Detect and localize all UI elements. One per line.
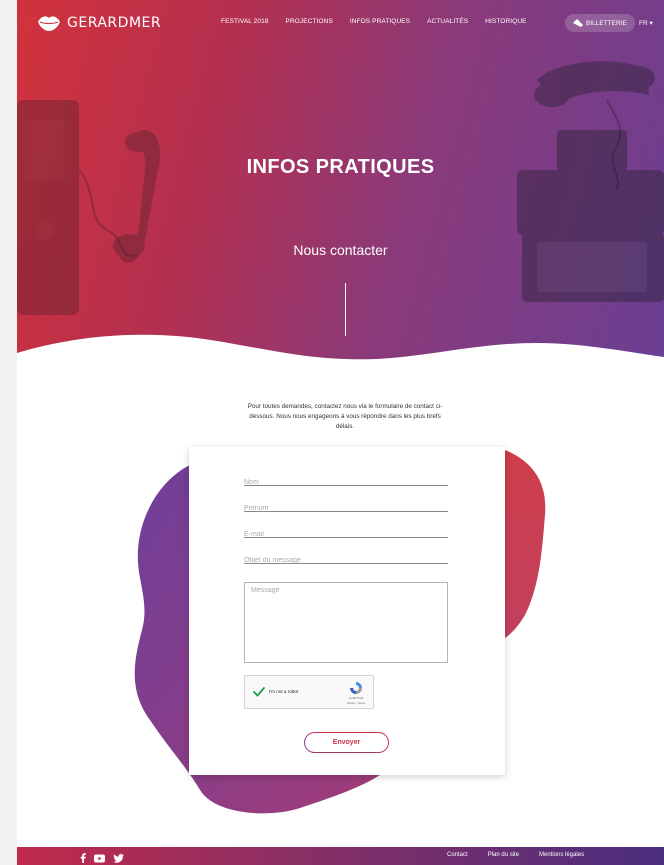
youtube-icon[interactable] bbox=[94, 850, 105, 865]
footer-link-sitemap[interactable]: Plan du site bbox=[488, 852, 519, 858]
hero-wave bbox=[17, 334, 664, 375]
name-input[interactable] bbox=[244, 475, 448, 490]
nav-item-festival[interactable]: FESTIVAL 2018 bbox=[221, 18, 269, 25]
nav-item-historique[interactable]: HISTORIQUE bbox=[485, 18, 526, 25]
hero-divider bbox=[345, 283, 346, 336]
name-field bbox=[244, 471, 448, 490]
message-field bbox=[244, 582, 448, 663]
brand-logo[interactable]: GERARDMER bbox=[37, 14, 161, 32]
language-selector[interactable]: FR ▾ bbox=[639, 19, 653, 27]
checkmark-icon[interactable] bbox=[253, 686, 265, 698]
billetterie-button[interactable]: BILLETTERIE bbox=[565, 14, 635, 32]
lips-logo-icon bbox=[38, 16, 60, 31]
contact-form-card: I'm not a robot reCAPTCHA Privacy - Term… bbox=[189, 447, 505, 775]
nav-item-actualites[interactable]: ACTUALITÉS bbox=[427, 18, 468, 25]
page: GERARDMER FESTIVAL 2018 PROJECTIONS INFO… bbox=[0, 0, 664, 865]
top-nav: GERARDMER FESTIVAL 2018 PROJECTIONS INFO… bbox=[17, 0, 664, 50]
footer: Contact Plan du site Mentions légales bbox=[17, 847, 664, 865]
recaptcha-privacy-links[interactable]: Privacy - Terms bbox=[341, 702, 371, 705]
message-textarea[interactable] bbox=[245, 583, 447, 662]
recaptcha-logo-icon bbox=[350, 682, 362, 694]
footer-links: Contact Plan du site Mentions légales bbox=[447, 852, 604, 858]
brand-name: GERARDMER bbox=[67, 15, 162, 31]
firstname-field bbox=[244, 497, 448, 516]
footer-link-legal[interactable]: Mentions légales bbox=[539, 852, 584, 858]
footer-link-contact[interactable]: Contact bbox=[447, 852, 468, 858]
twitter-icon[interactable] bbox=[113, 850, 124, 865]
nav-menu: FESTIVAL 2018 PROJECTIONS INFOS PRATIQUE… bbox=[221, 18, 544, 25]
firstname-input[interactable] bbox=[244, 501, 448, 516]
recaptcha-brand: reCAPTCHA bbox=[348, 697, 364, 700]
hero-banner bbox=[17, 0, 664, 375]
page-subtitle: Nous contacter bbox=[293, 242, 388, 258]
recaptcha-widget: I'm not a robot reCAPTCHA Privacy - Term… bbox=[244, 675, 374, 709]
email-input[interactable] bbox=[244, 527, 448, 542]
submit-button[interactable]: Envoyer bbox=[304, 732, 389, 753]
subject-field bbox=[244, 549, 448, 568]
page-title: INFOS PRATIQUES bbox=[246, 156, 435, 178]
ticket-icon bbox=[573, 19, 583, 27]
recaptcha-label: I'm not a robot bbox=[269, 689, 299, 694]
social-links bbox=[80, 850, 132, 865]
subject-input[interactable] bbox=[244, 553, 448, 568]
nav-item-projections[interactable]: PROJECTIONS bbox=[286, 18, 333, 25]
facebook-icon[interactable] bbox=[80, 850, 86, 865]
page-edge bbox=[0, 0, 17, 865]
nav-item-infos-pratiques[interactable]: INFOS PRATIQUES bbox=[350, 18, 410, 25]
email-field bbox=[244, 523, 448, 542]
billetterie-label: BILLETTERIE bbox=[586, 19, 627, 27]
